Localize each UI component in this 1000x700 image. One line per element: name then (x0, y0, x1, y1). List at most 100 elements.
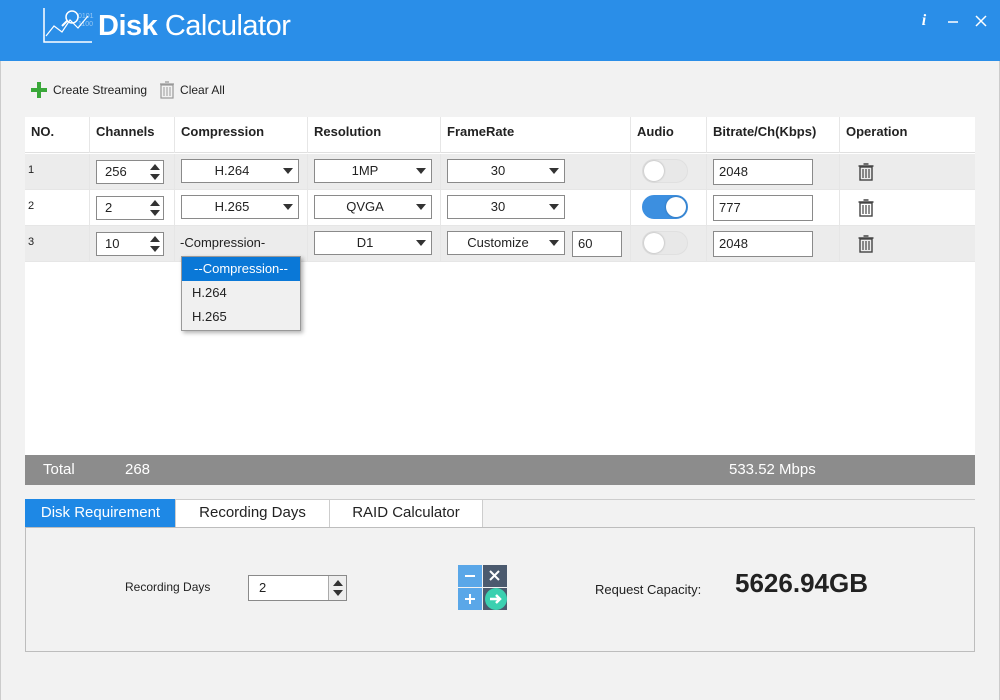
framerate-select[interactable]: 30 (447, 159, 565, 183)
resolution-cell: D1 (308, 226, 441, 262)
framerate-value: 30 (490, 199, 506, 214)
header-no: NO. (25, 117, 90, 153)
header-framerate: FrameRate (441, 117, 631, 153)
minimize-icon[interactable] (942, 10, 964, 32)
channels-cell: 2 (90, 190, 175, 226)
request-capacity-label: Request Capacity: (595, 582, 702, 597)
compression-option[interactable]: H.264 (182, 281, 300, 305)
compression-select[interactable]: H.264 (181, 159, 299, 183)
header-audio: Audio (631, 117, 707, 153)
compression-dropdown-popup: --Compression-- H.264 H.265 (181, 256, 301, 331)
bitrate-cell: 2048 (707, 154, 840, 190)
spinner-arrows[interactable] (149, 199, 161, 217)
framerate-cell: 30 (441, 190, 631, 226)
header-resolution: Resolution (308, 117, 441, 153)
total-channels: 268 (125, 461, 151, 478)
resolution-select[interactable]: QVGA (314, 195, 432, 219)
resolution-select[interactable]: 1MP (314, 159, 432, 183)
plus-icon (30, 81, 48, 99)
chevron-down-icon (416, 204, 426, 210)
framerate-select[interactable]: 30 (447, 195, 565, 219)
chevron-down-icon (549, 204, 559, 210)
framerate-cell: Customize 60 (441, 226, 631, 262)
chevron-down-icon (283, 168, 293, 174)
audio-toggle[interactable] (642, 159, 688, 183)
compression-cell: H.265 (175, 190, 308, 226)
table-header: NO. Channels Compression Resolution Fram… (25, 117, 975, 153)
streams-table: NO. Channels Compression Resolution Fram… (25, 117, 975, 455)
channels-cell: 10 (90, 226, 175, 262)
resolution-value: 1MP (351, 163, 379, 178)
bitrate-input[interactable]: 2048 (713, 159, 813, 185)
delete-trash-icon[interactable] (858, 235, 874, 253)
disk-requirement-panel: Recording Days 2 Request Capacity: 5626.… (25, 527, 975, 652)
compression-cell: H.264 (175, 154, 308, 190)
framerate-select[interactable]: Customize (447, 231, 565, 255)
toolbar: Create Streaming Clear All (30, 80, 225, 100)
recording-days-label: Recording Days (125, 580, 211, 594)
spinner-arrows[interactable] (328, 576, 346, 600)
svg-text:0101: 0101 (78, 13, 94, 20)
chevron-down-icon (416, 168, 426, 174)
recording-days-spinner[interactable]: 2 (248, 575, 347, 601)
close-icon[interactable] (970, 10, 992, 32)
row-number: 2 (25, 190, 90, 226)
resolution-value: QVGA (346, 199, 384, 214)
info-icon[interactable]: i (913, 10, 935, 32)
channels-spinner[interactable]: 10 (96, 232, 164, 256)
spinner-arrows[interactable] (149, 235, 161, 253)
capacity-value: 5626.94GB (735, 568, 868, 598)
bitrate-input[interactable]: 777 (713, 195, 813, 221)
resolution-cell: QVGA (308, 190, 441, 226)
channels-value: 256 (105, 164, 127, 179)
operation-cell (840, 154, 975, 190)
app-title-rest: Calculator (157, 10, 291, 42)
audio-toggle[interactable] (642, 195, 688, 219)
create-streaming-label: Create Streaming (53, 83, 148, 97)
title-bar: 0101 1100 Disk Calculator i (0, 0, 1000, 61)
audio-cell (631, 154, 707, 190)
chevron-down-icon (283, 204, 293, 210)
custom-fps-input[interactable]: 60 (572, 231, 622, 257)
tab-divider (483, 499, 975, 500)
total-bar: Total 268 533.52 Mbps (25, 455, 975, 485)
bitrate-cell: 2048 (707, 226, 840, 262)
operation-cell (840, 226, 975, 262)
clear-all-label: Clear All (180, 83, 225, 97)
header-bitrate: Bitrate/Ch(Kbps) (707, 117, 840, 153)
chevron-down-icon (549, 168, 559, 174)
trash-icon (160, 81, 175, 99)
bitrate-cell: 777 (707, 190, 840, 226)
audio-cell (631, 226, 707, 262)
channels-value: 10 (105, 236, 120, 251)
row-number: 1 (25, 154, 90, 190)
compression-select[interactable]: H.265 (181, 195, 299, 219)
row-number: 3 (25, 226, 90, 262)
header-operation: Operation (846, 124, 908, 139)
resolution-select[interactable]: D1 (314, 231, 432, 255)
resolution-value: D1 (356, 235, 374, 250)
create-streaming-button[interactable]: Create Streaming (30, 81, 147, 99)
tab-disk-requirement[interactable]: Disk Requirement (25, 499, 176, 527)
tab-raid-calculator[interactable]: RAID Calculator (329, 499, 483, 527)
app-logo-icon: 0101 1100 (43, 8, 94, 43)
table-row: 2 2 H.265 QVGA 30 777 (25, 190, 975, 226)
framerate-cell: 30 (441, 154, 631, 190)
compression-placeholder[interactable]: -Compression- (180, 226, 265, 260)
clear-all-button[interactable]: Clear All (159, 81, 225, 99)
calculator-icon[interactable] (458, 565, 510, 611)
channels-spinner[interactable]: 256 (96, 160, 164, 184)
delete-trash-icon[interactable] (858, 163, 874, 181)
compression-option[interactable]: --Compression-- (182, 257, 300, 281)
tab-recording-days[interactable]: Recording Days (175, 499, 330, 527)
operation-cell (840, 190, 975, 226)
compression-option[interactable]: H.265 (182, 305, 300, 329)
spinner-arrows[interactable] (149, 163, 161, 181)
bitrate-input[interactable]: 2048 (713, 231, 813, 257)
delete-trash-icon[interactable] (858, 199, 874, 217)
audio-toggle[interactable] (642, 231, 688, 255)
channels-spinner[interactable]: 2 (96, 196, 164, 220)
app-title-bold: Disk (98, 10, 158, 42)
total-bitrate: 533.52 Mbps (729, 461, 816, 478)
total-label: Total (43, 461, 75, 478)
